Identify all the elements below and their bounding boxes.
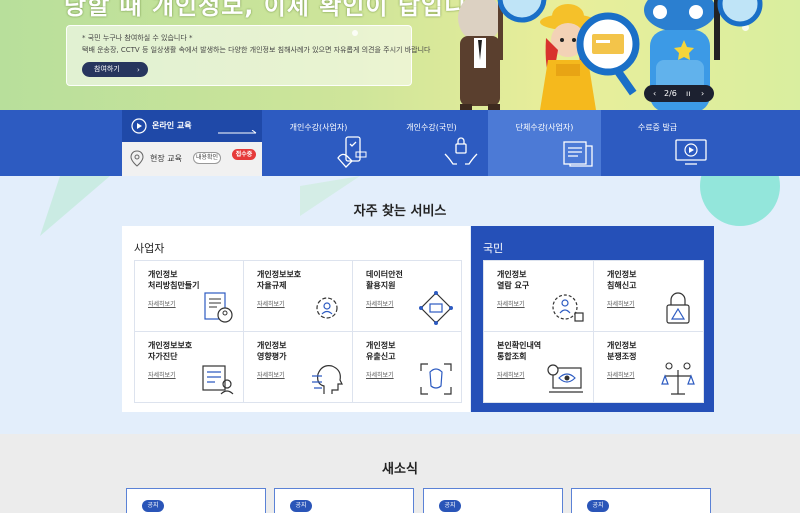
online-education-label: 온라인 교육 [152, 121, 192, 130]
detail-link[interactable]: 자세히보기 [366, 299, 394, 308]
service-impact-assessment[interactable]: 개인정보 영향평가 자세히보기 [244, 332, 352, 402]
suit-character [458, 0, 503, 112]
arrow-right-icon [218, 130, 257, 134]
service-self-diagnosis[interactable]: 개인정보보호 자가진단 자세히보기 [135, 332, 243, 402]
detail-link[interactable]: 자세히보기 [607, 370, 635, 379]
status-badge: 접수중 [232, 149, 256, 160]
document-stack-icon [563, 141, 593, 167]
business-panel: 사업자 개인정보 처리방침만들기 자세히보기 개인정보보호 자율규제 자세히보기… [122, 226, 470, 412]
field-detail-chip[interactable]: 내용확인 [193, 152, 221, 164]
notice-tag: 공지 [142, 500, 164, 512]
tab-certificate[interactable]: 수료증 발급 [601, 110, 714, 176]
service-label: 개인정보 처리방침만들기 [148, 270, 200, 290]
service-access-request[interactable]: 개인정보 열람 요구 자세히보기 [484, 261, 593, 331]
field-education-label: 현장 교육 [150, 154, 182, 163]
service-leak-report[interactable]: 개인정보 유출신고 자세히보기 [353, 332, 461, 402]
detail-link[interactable]: 자세히보기 [607, 299, 635, 308]
service-self-regulation[interactable]: 개인정보보호 자율규제 자세히보기 [244, 261, 352, 331]
citizen-panel: 국민 개인정보 열람 요구 자세히보기 개인정보 침해신고 자세히보기 본인확인… [471, 226, 714, 412]
hero-description: 택배 운송장, CCTV 등 일상생활 속에서 발생하는 다양한 개인정보 침해… [82, 46, 431, 54]
monitor-eye-icon [547, 364, 583, 393]
person-search-icon [552, 294, 584, 322]
monitor-play-icon [675, 139, 707, 165]
service-label: 개인정보보호 자가진단 [148, 341, 193, 361]
tab-label: 개인수강(사업자) [289, 123, 348, 132]
news-card[interactable]: 공지 [423, 488, 563, 513]
detail-link[interactable]: 자세히보기 [148, 370, 176, 379]
pager-count: 2/6 [664, 89, 677, 98]
tab-label: 수료증 발급 [637, 123, 678, 132]
hero-banner: 당할 때 개인정보, 이제 확인이 답입니다 * 국민 누구나 참여하실 수 있… [0, 0, 800, 112]
detail-link[interactable]: 자세히보기 [497, 370, 525, 379]
slider-pager: ‹ 2/6 ıı › [644, 85, 714, 102]
citizen-services-grid: 개인정보 열람 요구 자세히보기 개인정보 침해신고 자세히보기 본인확인내역 … [483, 260, 704, 403]
service-infringement-report[interactable]: 개인정보 침해신고 자세히보기 [594, 261, 703, 331]
detail-link[interactable]: 자세히보기 [257, 299, 285, 308]
tab-individual-citizen[interactable]: 개인수강(국민) [375, 110, 488, 176]
gear-people-icon [316, 297, 338, 319]
news-card[interactable]: 공지 [126, 488, 266, 513]
network-laptop-icon [419, 291, 453, 325]
service-label: 개인정보 열람 요구 [497, 270, 530, 290]
business-panel-title: 사업자 [134, 242, 165, 255]
service-label: 개인정보 분쟁조정 [607, 341, 637, 361]
service-label: 본인확인내역 통합조회 [497, 341, 542, 361]
online-education-tab[interactable]: 온라인 교육 [122, 110, 262, 142]
hands-lock-icon [444, 137, 478, 165]
decor-dot [352, 30, 358, 36]
participate-arrow-icon: › [137, 66, 140, 74]
tab-group-business[interactable]: 단체수강(사업자) [488, 110, 601, 176]
chevron-right-icon[interactable]: › [701, 85, 704, 102]
service-label: 개인정보 영향평가 [257, 341, 287, 361]
face-scan-icon [420, 363, 452, 395]
detail-link[interactable]: 자세히보기 [366, 370, 394, 379]
service-privacy-policy[interactable]: 개인정보 처리방침만들기 자세히보기 [135, 261, 243, 331]
pause-icon[interactable]: ıı [686, 85, 690, 102]
service-identity-history[interactable]: 본인확인내역 통합조회 자세히보기 [484, 332, 593, 402]
tab-individual-business[interactable]: 개인수강(사업자) [262, 110, 375, 176]
citizen-panel-title: 국민 [483, 242, 504, 255]
tab-label: 개인수강(국민) [406, 123, 457, 132]
head-circuit-icon [312, 365, 343, 394]
detail-link[interactable]: 자세히보기 [497, 299, 525, 308]
checklist-person-icon [202, 365, 234, 395]
notice-tag: 공지 [439, 500, 461, 512]
notice-tag: 공지 [587, 500, 609, 512]
detail-link[interactable]: 자세히보기 [257, 370, 285, 379]
services-title: 자주 찾는 서비스 [353, 204, 447, 219]
service-data-safety[interactable]: 데이터안전 활용지원 자세히보기 [353, 261, 461, 331]
field-education-tab[interactable]: 현장 교육 내용확인 접수중 [122, 142, 262, 176]
news-card[interactable]: 공지 [571, 488, 711, 513]
news-title: 새소식 [382, 462, 418, 477]
detail-link[interactable]: 자세히보기 [148, 299, 176, 308]
play-circle-icon [131, 118, 147, 134]
document-person-icon [204, 292, 233, 323]
service-label: 개인정보보호 자율규제 [257, 270, 302, 290]
location-pin-icon [130, 150, 144, 167]
chevron-left-icon[interactable]: ‹ [653, 85, 656, 102]
hero-note: * 국민 누구나 참여하실 수 있습니다 * [82, 34, 193, 42]
service-dispute-mediation[interactable]: 개인정보 분쟁조정 자세히보기 [594, 332, 703, 402]
phone-hand-icon [337, 136, 367, 168]
hero-characters-illustration [458, 0, 763, 112]
service-label: 개인정보 유출신고 [366, 341, 396, 361]
news-card[interactable]: 공지 [274, 488, 414, 513]
business-services-grid: 개인정보 처리방침만들기 자세히보기 개인정보보호 자율규제 자세히보기 데이터… [134, 260, 462, 403]
tab-label: 단체수강(사업자) [515, 123, 574, 132]
warning-lock-icon [666, 292, 690, 324]
service-label: 개인정보 침해신고 [607, 270, 637, 290]
service-label: 데이터안전 활용지원 [366, 270, 403, 290]
notice-tag: 공지 [290, 500, 312, 512]
scale-people-icon [661, 362, 695, 395]
hero-title: 당할 때 개인정보, 이제 확인이 답입니다 [64, 0, 491, 20]
